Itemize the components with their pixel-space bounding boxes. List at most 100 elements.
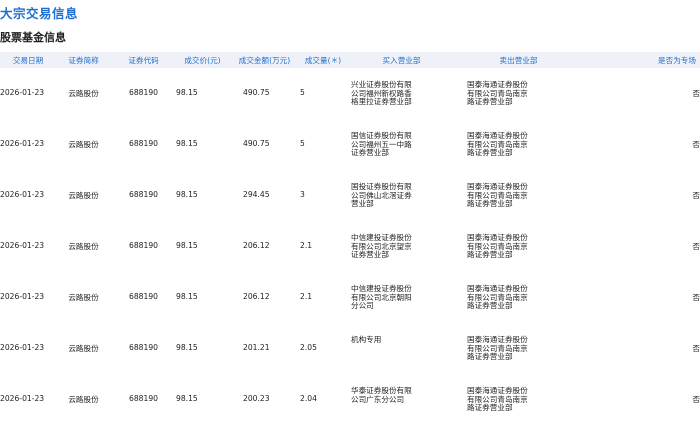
cell-buyer-dept: 兴业证券股份有限公司福州新权路香格里拉证券营业部	[346, 68, 457, 119]
cell-amount: 490.75	[229, 68, 300, 119]
cell-buyer-dept-text: 兴业证券股份有限公司福州新权路香格里拉证券营业部	[351, 80, 412, 106]
table-row: 2026-01-23 云路股份 688190 98.15 206.12 2.1 中信建投证券…	[0, 272, 700, 323]
header-volume[interactable]: 成交量(＊)	[300, 52, 346, 68]
cell-buyer-dept: 中信建投证券股份有限公司北京朝阳分公司	[346, 272, 457, 323]
header-seller-dept[interactable]: 卖出营业部	[457, 52, 580, 68]
header-security-code[interactable]: 证券代码	[111, 52, 176, 68]
cell-price: 98.15	[176, 170, 229, 221]
cell-price-text: 98.15	[176, 139, 198, 148]
cell-amount: 294.45	[229, 170, 300, 221]
block-trade-table: 交易日期 证券简称 证券代码 成交价(元) 成交金额(万元) 成交量(＊) 买入…	[0, 52, 700, 425]
cell-trade-date: 2026-01-23	[0, 68, 56, 119]
cell-special: 否	[580, 272, 700, 323]
header-amount[interactable]: 成交金额(万元)	[229, 52, 300, 68]
cell-security-name-text: 云路股份	[68, 344, 99, 353]
cell-security-code-text: 688190	[129, 139, 158, 148]
cell-special-text: 否	[692, 242, 700, 251]
cell-seller-dept-text: 国泰海通证券股份有限公司青岛南京路证券营业部	[467, 386, 528, 412]
cell-seller-dept-text: 国泰海通证券股份有限公司青岛南京路证券营业部	[467, 80, 528, 106]
cell-volume: 5	[300, 68, 346, 119]
cell-seller-dept: 国泰海通证券股份有限公司青岛南京路证券营业部	[457, 272, 580, 323]
cell-volume-text: 5	[300, 139, 305, 148]
cell-security-code-text: 688190	[129, 343, 158, 352]
cell-amount: 200.23	[229, 374, 300, 425]
cell-security-name-text: 云路股份	[68, 89, 99, 98]
cell-seller-dept: 国泰海通证券股份有限公司青岛南京路证券营业部	[457, 221, 580, 272]
cell-volume-text: 2.05	[300, 343, 317, 352]
header-special[interactable]: 是否为专场	[580, 52, 700, 68]
cell-security-code: 688190	[111, 68, 176, 119]
cell-amount: 201.21	[229, 323, 300, 374]
cell-special-text: 否	[692, 89, 700, 98]
cell-volume: 2.04	[300, 374, 346, 425]
cell-trade-date-text: 2026-01-23	[0, 190, 45, 199]
cell-trade-date: 2026-01-23	[0, 170, 56, 221]
cell-price-text: 98.15	[176, 292, 198, 301]
cell-seller-dept: 国泰海通证券股份有限公司青岛南京路证券营业部	[457, 119, 580, 170]
cell-seller-dept-text: 国泰海通证券股份有限公司青岛南京路证券营业部	[467, 335, 528, 361]
cell-security-name: 云路股份	[56, 374, 111, 425]
cell-trade-date: 2026-01-23	[0, 119, 56, 170]
cell-trade-date-text: 2026-01-23	[0, 241, 45, 250]
cell-trade-date-text: 2026-01-23	[0, 343, 45, 352]
cell-security-name: 云路股份	[56, 119, 111, 170]
cell-security-name-text: 云路股份	[68, 395, 99, 404]
cell-buyer-dept-text: 中信建投证券股份有限公司北京朝阳分公司	[351, 284, 412, 310]
cell-amount-text: 206.12	[243, 292, 270, 301]
cell-seller-dept: 国泰海通证券股份有限公司青岛南京路证券营业部	[457, 68, 580, 119]
cell-price: 98.15	[176, 221, 229, 272]
cell-price: 98.15	[176, 374, 229, 425]
cell-volume: 2.05	[300, 323, 346, 374]
cell-security-code: 688190	[111, 170, 176, 221]
cell-price: 98.15	[176, 272, 229, 323]
table-row: 2026-01-23 云路股份 688190 98.15 201.21 2.05 机构专用 国…	[0, 323, 700, 374]
header-security-name[interactable]: 证券简称	[56, 52, 111, 68]
cell-buyer-dept-text: 国信证券股份有限公司福州五一中路证券营业部	[351, 131, 412, 157]
cell-trade-date-text: 2026-01-23	[0, 88, 45, 97]
cell-amount-text: 206.12	[243, 241, 270, 250]
cell-security-code-text: 688190	[129, 292, 158, 301]
cell-amount: 490.75	[229, 119, 300, 170]
cell-seller-dept: 国泰海通证券股份有限公司青岛南京路证券营业部	[457, 323, 580, 374]
table-row: 2026-01-23 云路股份 688190 98.15 200.23 2.04 华泰证券股…	[0, 374, 700, 425]
header-trade-date[interactable]: 交易日期	[0, 52, 56, 68]
cell-security-name-text: 云路股份	[68, 293, 99, 302]
cell-seller-dept-text: 国泰海通证券股份有限公司青岛南京路证券营业部	[467, 182, 528, 208]
cell-volume: 2.1	[300, 272, 346, 323]
cell-special: 否	[580, 68, 700, 119]
cell-special-text: 否	[692, 395, 700, 404]
cell-special: 否	[580, 323, 700, 374]
cell-volume-text: 5	[300, 88, 305, 97]
cell-special: 否	[580, 170, 700, 221]
cell-seller-dept-text: 国泰海通证券股份有限公司青岛南京路证券营业部	[467, 284, 528, 310]
cell-volume: 2.1	[300, 221, 346, 272]
cell-trade-date: 2026-01-23	[0, 221, 56, 272]
cell-buyer-dept-text: 机构专用	[351, 335, 382, 344]
cell-seller-dept-text: 国泰海通证券股份有限公司青岛南京路证券营业部	[467, 131, 528, 157]
cell-special: 否	[580, 221, 700, 272]
cell-trade-date-text: 2026-01-23	[0, 139, 45, 148]
header-buyer-dept[interactable]: 买入营业部	[346, 52, 457, 68]
cell-price-text: 98.15	[176, 394, 198, 403]
cell-seller-dept: 国泰海通证券股份有限公司青岛南京路证券营业部	[457, 170, 580, 221]
cell-buyer-dept: 机构专用	[346, 323, 457, 374]
cell-security-name: 云路股份	[56, 221, 111, 272]
table-header-row: 交易日期 证券简称 证券代码 成交价(元) 成交金额(万元) 成交量(＊) 买入…	[0, 52, 700, 68]
cell-price: 98.15	[176, 119, 229, 170]
cell-trade-date-text: 2026-01-23	[0, 394, 45, 403]
cell-amount-text: 490.75	[243, 88, 270, 97]
cell-price-text: 98.15	[176, 88, 198, 97]
cell-security-code: 688190	[111, 323, 176, 374]
cell-security-code: 688190	[111, 119, 176, 170]
header-price[interactable]: 成交价(元)	[176, 52, 229, 68]
cell-amount-text: 200.23	[243, 394, 270, 403]
cell-trade-date: 2026-01-23	[0, 323, 56, 374]
cell-special-text: 否	[692, 344, 700, 353]
table-row: 2026-01-23 云路股份 688190 98.15 490.75 5 兴业证券股份有限…	[0, 68, 700, 119]
cell-trade-date: 2026-01-23	[0, 272, 56, 323]
cell-security-name: 云路股份	[56, 170, 111, 221]
cell-volume-text: 2.04	[300, 394, 317, 403]
cell-price-text: 98.15	[176, 190, 198, 199]
table-row: 2026-01-23 云路股份 688190 98.15 490.75 5 国信证券股份有限…	[0, 119, 700, 170]
cell-security-name: 云路股份	[56, 323, 111, 374]
